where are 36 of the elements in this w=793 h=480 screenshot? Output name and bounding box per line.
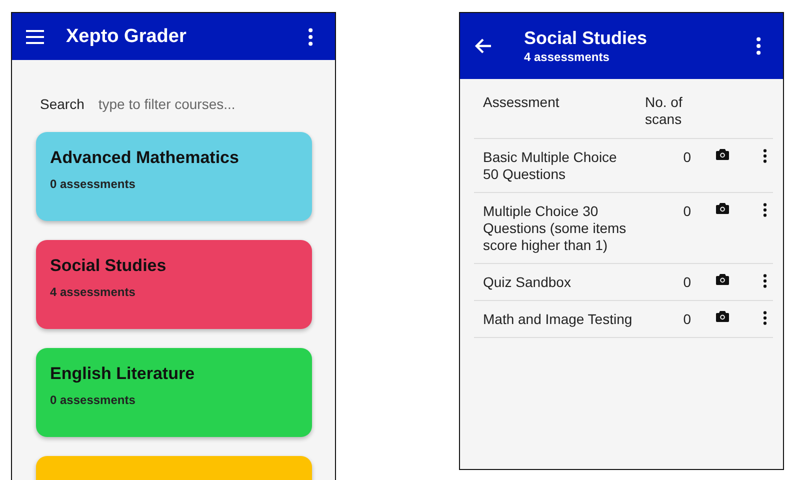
camera-icon[interactable] — [716, 274, 728, 285]
menu-icon[interactable] — [26, 30, 44, 44]
scan-count: 0 — [683, 274, 692, 291]
camera-icon[interactable] — [716, 149, 728, 160]
course-card[interactable]: English Literature 0 assessments — [36, 348, 312, 437]
back-arrow-icon[interactable] — [474, 38, 492, 54]
camera-icon[interactable] — [716, 311, 728, 322]
more-icon[interactable] — [763, 274, 767, 288]
app-title: Xepto Grader — [66, 26, 188, 48]
column-header: Assessment — [483, 94, 560, 111]
search-field[interactable]: type to filter courses... — [98, 94, 278, 114]
assessment-name: Quiz Sandbox — [483, 274, 572, 291]
column-header: No. of scans — [644, 94, 684, 128]
course-card[interactable]: Social Studies 4 assessments — [36, 240, 312, 329]
assessment-count: 4 assessments — [524, 50, 610, 64]
more-icon[interactable] — [763, 203, 767, 217]
more-icon[interactable] — [763, 149, 767, 163]
assessment-name: Basic Multiple Choice 50 Questions — [483, 149, 618, 183]
more-icon[interactable] — [308, 28, 314, 46]
course-card[interactable]: Advanced Mathematics 0 assessments — [36, 132, 312, 221]
more-icon[interactable] — [756, 37, 762, 55]
assessment-count: 0 assessments — [50, 393, 136, 407]
course-name: Social Studies — [50, 256, 168, 276]
more-icon[interactable] — [763, 311, 767, 325]
scan-count: 0 — [683, 149, 692, 166]
assessment-count: 0 assessments — [50, 177, 136, 191]
assessment-count: 4 assessments — [50, 285, 136, 299]
assessment-name: Multiple Choice 30 Questions (some items score higher than 1) — [483, 203, 628, 254]
assessment-name: Math and Image Testing — [483, 311, 633, 328]
scan-count: 0 — [683, 203, 692, 220]
scan-count: 0 — [683, 311, 692, 328]
camera-icon[interactable] — [716, 203, 728, 214]
course-name: Advanced Mathematics — [50, 148, 240, 168]
search-label: Search — [40, 96, 84, 112]
course-name: English Literature — [50, 364, 196, 384]
course-title: Social Studies — [524, 28, 648, 49]
